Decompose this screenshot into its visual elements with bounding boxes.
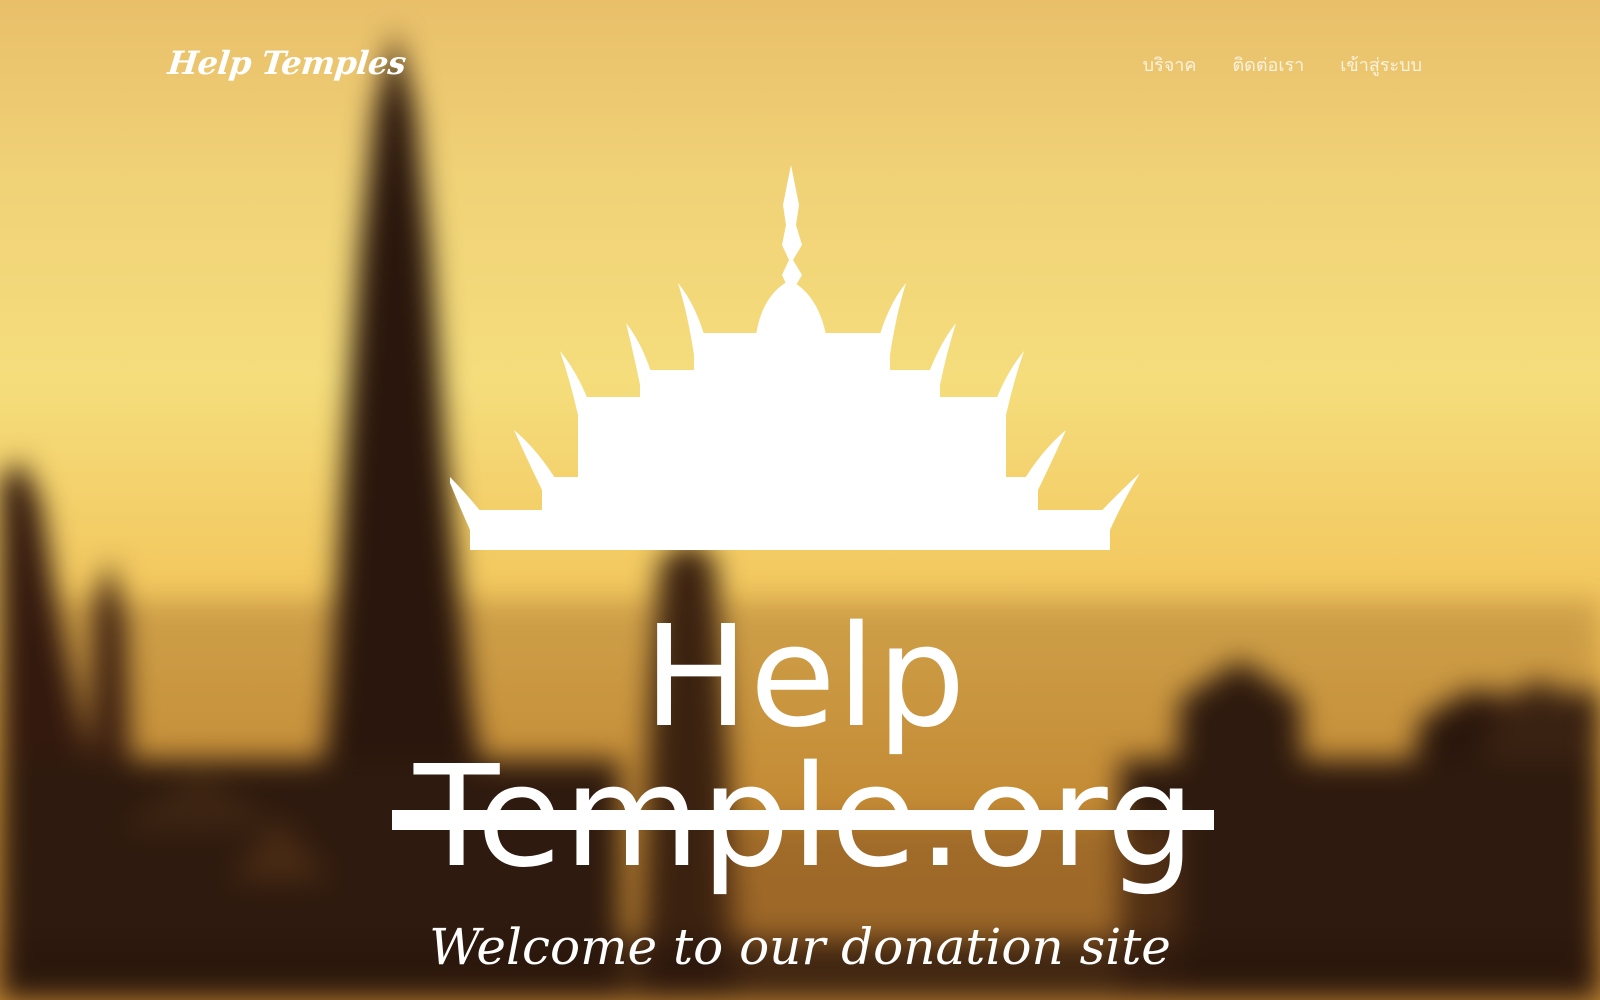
nav-links: บริจาค ติดต่อเรา เข้าสู่ระบบ: [1143, 50, 1422, 79]
temple-roof-logo-icon: [450, 165, 1140, 550]
nav-link-donate[interactable]: บริจาค: [1143, 50, 1197, 79]
logo-underline: [392, 810, 1214, 830]
nav-link-contact[interactable]: ติดต่อเรา: [1232, 50, 1304, 79]
logo-wordmark: Help Temple.org: [413, 596, 1197, 899]
welcome-heading: Welcome to our donation site: [429, 918, 1171, 976]
nav-link-login[interactable]: เข้าสู่ระบบ: [1340, 50, 1422, 79]
top-navbar: Help Temples บริจาค ติดต่อเรา เข้าสู่ระบ…: [0, 0, 1600, 130]
brand-link[interactable]: Help Temples: [166, 44, 408, 82]
hero-section: Help Temples บริจาค ติดต่อเรา เข้าสู่ระบ…: [0, 0, 1600, 1000]
